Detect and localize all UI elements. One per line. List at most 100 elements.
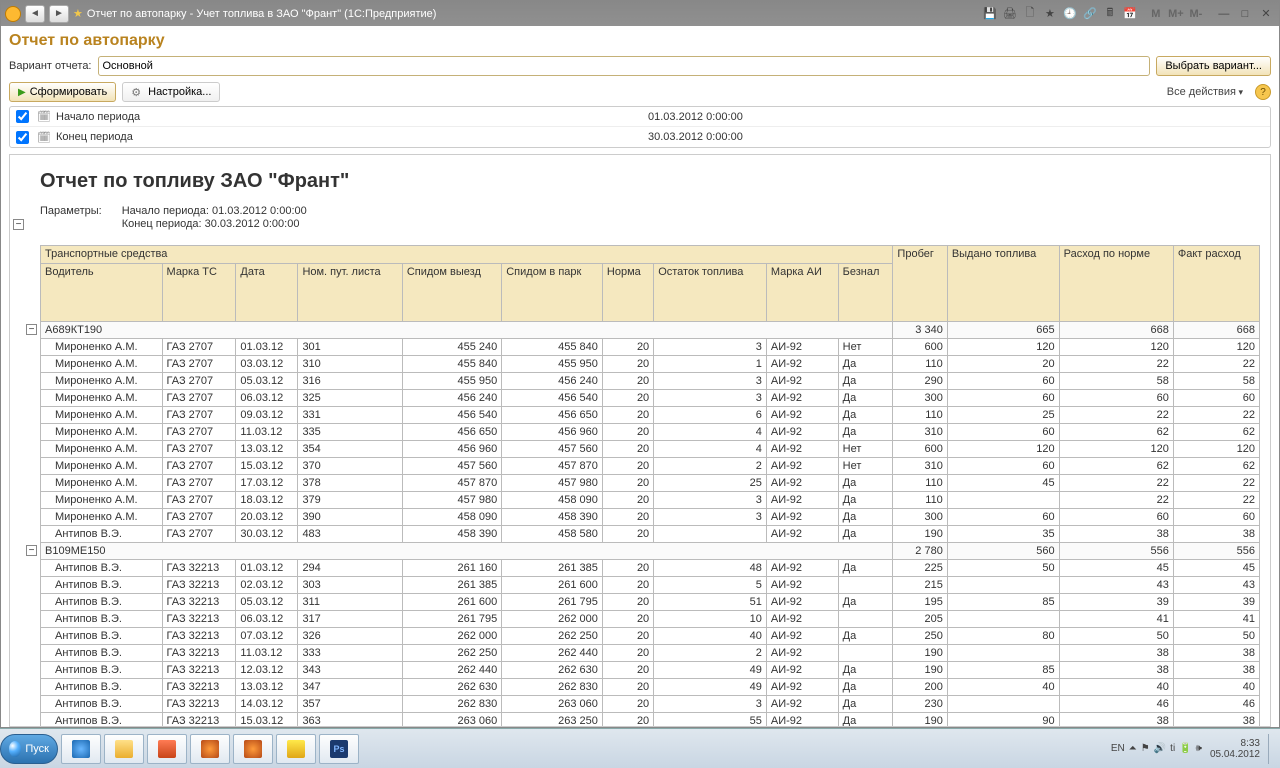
task-firefox1[interactable]: [190, 734, 230, 764]
app-1c-icon: [5, 6, 21, 22]
group-toggle[interactable]: −: [26, 324, 37, 335]
print-icon[interactable]: 🖨: [1001, 7, 1019, 21]
col-norm: Норма: [602, 264, 653, 322]
windows-taskbar: Пуск Ps EN ⏶ ⚑ 🔊 ti 🔋 🕪 8:33 05.04.2012: [0, 728, 1280, 768]
report-params-values: Начало периода: 01.03.2012 0:00:00 Конец…: [122, 205, 307, 231]
table-row[interactable]: Мироненко А.М.ГАЗ 270703.03.12310455 840…: [41, 356, 1260, 373]
nav-forward-button[interactable]: ►: [49, 5, 69, 23]
table-row[interactable]: Антипов В.Э.ГАЗ 3221302.03.12303261 3852…: [41, 577, 1260, 594]
settings-button[interactable]: ⚙Настройка...: [122, 82, 220, 102]
task-photoshop[interactable]: Ps: [319, 734, 359, 764]
table-row[interactable]: Мироненко А.М.ГАЗ 270706.03.12325456 240…: [41, 390, 1260, 407]
col-issued: Выдано топлива: [947, 246, 1059, 322]
history-icon[interactable]: 🕘: [1061, 7, 1079, 21]
group-toggle[interactable]: −: [26, 545, 37, 556]
table-row[interactable]: Антипов В.Э.ГАЗ 3221313.03.12347262 6302…: [41, 679, 1260, 696]
choose-variant-button[interactable]: Выбрать вариант...: [1156, 56, 1271, 76]
taskbar-clock[interactable]: 8:33 05.04.2012: [1206, 738, 1264, 760]
table-row[interactable]: Антипов В.Э.ГАЗ 3221314.03.12357262 8302…: [41, 696, 1260, 713]
table-row[interactable]: Мироненко А.М.ГАЗ 270718.03.12379457 980…: [41, 492, 1260, 509]
report-table: Транспортные средства Пробег Выдано топл…: [40, 245, 1260, 726]
table-row[interactable]: Антипов В.Э.ГАЗ 3221305.03.12311261 6002…: [41, 594, 1260, 611]
mem-m-button[interactable]: M: [1147, 7, 1165, 21]
tray-notify-icon[interactable]: ti: [1170, 743, 1175, 754]
links-icon[interactable]: 🔗: [1081, 7, 1099, 21]
nav-back-button[interactable]: ◄: [25, 5, 45, 23]
col-waybill-no: Ном. пут. листа: [298, 264, 402, 322]
table-row[interactable]: Мироненко А.М.ГАЗ 270709.03.12331456 540…: [41, 407, 1260, 424]
period-end-check[interactable]: [16, 131, 29, 144]
run-report-button[interactable]: Сформировать: [9, 82, 116, 102]
tray-flag-icon[interactable]: ⚑: [1141, 743, 1150, 754]
restore-button[interactable]: □: [1236, 7, 1254, 21]
task-explorer[interactable]: [104, 734, 144, 764]
tray-battery-icon[interactable]: 🔋: [1179, 743, 1191, 754]
table-row[interactable]: Мироненко А.М.ГАЗ 270717.03.12378457 870…: [41, 475, 1260, 492]
task-firefox2[interactable]: [233, 734, 273, 764]
table-row[interactable]: Антипов В.Э.ГАЗ 3221307.03.12326262 0002…: [41, 628, 1260, 645]
calendar-icon: 🗓: [34, 110, 54, 123]
report-params-label: Параметры:: [40, 205, 102, 231]
report-viewport[interactable]: − Отчет по топливу ЗАО "Франт" Параметры…: [10, 155, 1270, 726]
preview-icon[interactable]: 🗋: [1021, 7, 1039, 21]
task-app1[interactable]: [147, 734, 187, 764]
calculator-icon[interactable]: 🖩: [1101, 7, 1119, 21]
col-odo-in: Спидом в парк: [502, 264, 603, 322]
col-norm-cons: Расход по норме: [1059, 246, 1173, 322]
tray-sound-icon[interactable]: 🕪: [1196, 743, 1202, 754]
period-end-value[interactable]: 30.03.2012 0:00:00: [644, 131, 1270, 143]
group-row[interactable]: А689КТ1903 340665668668: [41, 322, 1260, 339]
mem-mplus-button[interactable]: M+: [1167, 7, 1185, 21]
table-row[interactable]: Антипов В.Э.ГАЗ 3221315.03.12363263 0602…: [41, 713, 1260, 727]
table-row[interactable]: Антипов В.Э.ГАЗ 3221311.03.12333262 2502…: [41, 645, 1260, 662]
period-start-value[interactable]: 01.03.2012 0:00:00: [644, 111, 1270, 123]
show-desktop-button[interactable]: [1268, 734, 1276, 764]
period-start-check[interactable]: [16, 110, 29, 123]
close-button[interactable]: ✕: [1257, 6, 1275, 20]
table-row[interactable]: Мироненко А.М.ГАЗ 270701.03.12301455 240…: [41, 339, 1260, 356]
table-row[interactable]: Антипов В.Э.ГАЗ 3221312.03.12343262 4402…: [41, 662, 1260, 679]
col-date: Дата: [236, 264, 298, 322]
table-row[interactable]: Мироненко А.М.ГАЗ 270713.03.12354456 960…: [41, 441, 1260, 458]
calendar-icon[interactable]: 📅: [1121, 7, 1139, 21]
window-title: Отчет по автопарку - Учет топлива в ЗАО …: [87, 8, 437, 20]
col-fuel-rest: Остаток топлива: [654, 264, 767, 322]
table-row[interactable]: Антипов В.Э.ГАЗ 3221301.03.12294261 1602…: [41, 560, 1260, 577]
task-app2[interactable]: [276, 734, 316, 764]
report-title: Отчет по топливу ЗАО "Франт": [40, 170, 1260, 193]
task-ie[interactable]: [61, 734, 101, 764]
col-vehicle-make: Марка ТС: [162, 264, 236, 322]
save-icon[interactable]: 💾: [981, 7, 999, 21]
variant-label: Вариант отчета:: [9, 60, 92, 72]
col-group-header: Транспортные средства: [41, 246, 893, 264]
col-driver: Водитель: [41, 264, 163, 322]
outline-collapse-all[interactable]: −: [13, 219, 24, 230]
table-row[interactable]: Антипов В.Э.ГАЗ 3221306.03.12317261 7952…: [41, 611, 1260, 628]
tray-expand-icon[interactable]: ⏶: [1129, 743, 1137, 754]
form-title: Отчет по автопарку: [9, 32, 1271, 50]
group-row[interactable]: В109МЕ1502 780560556556: [41, 543, 1260, 560]
favorite-star-icon[interactable]: ★: [73, 7, 83, 20]
favorites-icon[interactable]: ★: [1041, 7, 1059, 21]
col-fuel-grade: Марка АИ: [766, 264, 838, 322]
help-icon[interactable]: ?: [1255, 84, 1271, 100]
table-row[interactable]: Мироненко А.М.ГАЗ 270715.03.12370457 560…: [41, 458, 1260, 475]
table-row[interactable]: Антипов В.Э.ГАЗ 270730.03.12483458 39045…: [41, 526, 1260, 543]
all-actions-menu[interactable]: Все действия: [1167, 86, 1243, 98]
col-odo-out: Спидом выезд: [402, 264, 501, 322]
windows-orb-icon: [9, 741, 21, 757]
minimize-button[interactable]: —: [1215, 7, 1233, 21]
period-start-label: Начало периода: [54, 111, 644, 123]
window-titlebar: ◄ ► ★ Отчет по автопарку - Учет топлива …: [1, 1, 1279, 26]
col-actual-cons: Факт расход: [1173, 246, 1259, 322]
mem-mminus-button[interactable]: M-: [1187, 7, 1205, 21]
variant-input[interactable]: [98, 56, 1151, 76]
table-row[interactable]: Мироненко А.М.ГАЗ 270711.03.12335456 650…: [41, 424, 1260, 441]
table-row[interactable]: Мироненко А.М.ГАЗ 270720.03.12390458 090…: [41, 509, 1260, 526]
calendar-icon: 🗓: [34, 131, 54, 144]
table-row[interactable]: Мироненко А.М.ГАЗ 270705.03.12316455 950…: [41, 373, 1260, 390]
start-button[interactable]: Пуск: [0, 734, 58, 764]
tray-network-icon[interactable]: 🔊: [1154, 743, 1166, 754]
lang-indicator[interactable]: EN: [1111, 743, 1125, 754]
col-cashless: Безнал: [838, 264, 893, 322]
